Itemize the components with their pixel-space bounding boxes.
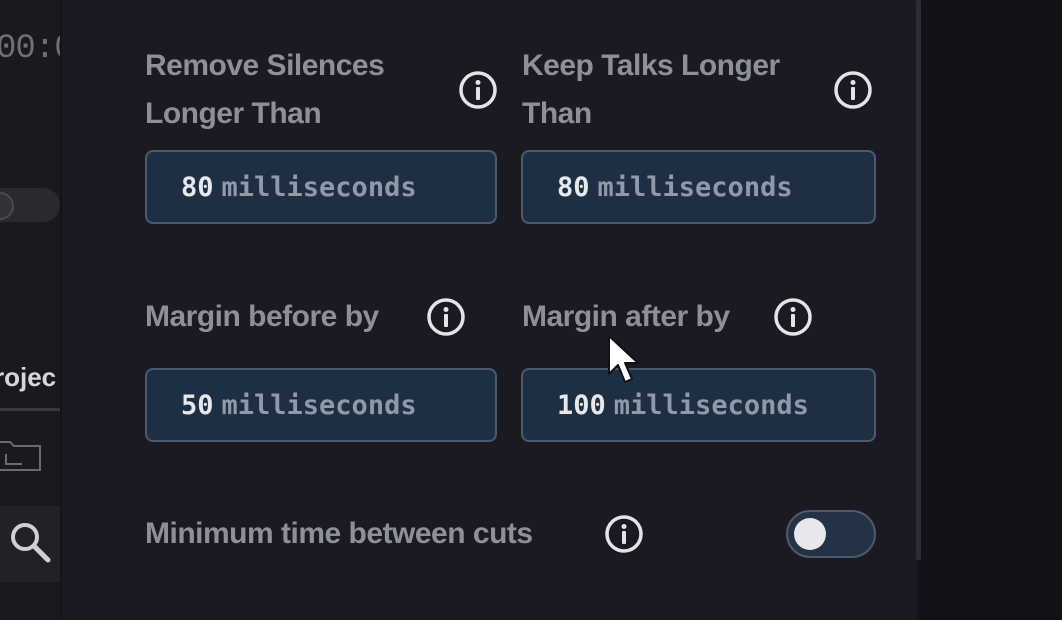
toggle-knob xyxy=(794,518,826,550)
keep-talks-label-line1: Keep Talks Longer xyxy=(522,49,780,82)
min-time-between-cuts-label: Minimum time between cuts xyxy=(145,517,533,550)
keep-talks-unit: milliseconds xyxy=(597,171,793,203)
folder-icon[interactable] xyxy=(0,436,42,472)
keep-talks-value: 80 xyxy=(557,171,590,203)
info-icon[interactable] xyxy=(773,297,813,337)
remove-silences-value: 80 xyxy=(181,171,214,203)
info-icon[interactable] xyxy=(833,70,873,110)
app-window: 00:0 rojec Remove Silences Longer Than 8… xyxy=(0,0,1062,620)
margin-before-unit: milliseconds xyxy=(221,389,417,421)
tab-project[interactable]: rojec xyxy=(0,362,56,393)
remove-silences-label-line1: Remove Silences xyxy=(145,49,385,82)
search-icon[interactable] xyxy=(8,520,52,564)
right-area xyxy=(922,0,1062,620)
margin-after-input[interactable]: 100 milliseconds xyxy=(521,368,876,442)
timecode-display: 00:0 xyxy=(0,30,60,68)
margin-before-label: Margin before by xyxy=(145,300,379,333)
host-editor-strip: 00:0 rojec xyxy=(0,0,60,620)
info-icon[interactable] xyxy=(426,297,466,337)
mouse-pointer-icon xyxy=(608,335,639,383)
keep-talks-label: Keep Talks Longer Than xyxy=(522,42,780,138)
remove-silences-label: Remove Silences Longer Than xyxy=(145,42,385,138)
info-icon[interactable] xyxy=(604,514,644,554)
remove-silences-unit: milliseconds xyxy=(221,171,417,203)
margin-before-value: 50 xyxy=(181,389,214,421)
margin-before-input[interactable]: 50 milliseconds xyxy=(145,368,497,442)
keep-talks-label-line2: Than xyxy=(522,97,592,130)
keep-talks-input[interactable]: 80 milliseconds xyxy=(521,150,876,224)
panel-scrollbar[interactable] xyxy=(916,0,921,560)
min-time-between-cuts-toggle[interactable] xyxy=(786,510,876,558)
remove-silences-input[interactable]: 80 milliseconds xyxy=(145,150,497,224)
tab-underline xyxy=(0,408,60,411)
info-icon[interactable] xyxy=(458,70,498,110)
margin-after-unit: milliseconds xyxy=(613,389,809,421)
margin-after-value: 100 xyxy=(557,389,606,421)
remove-silences-label-line2: Longer Than xyxy=(145,97,322,130)
